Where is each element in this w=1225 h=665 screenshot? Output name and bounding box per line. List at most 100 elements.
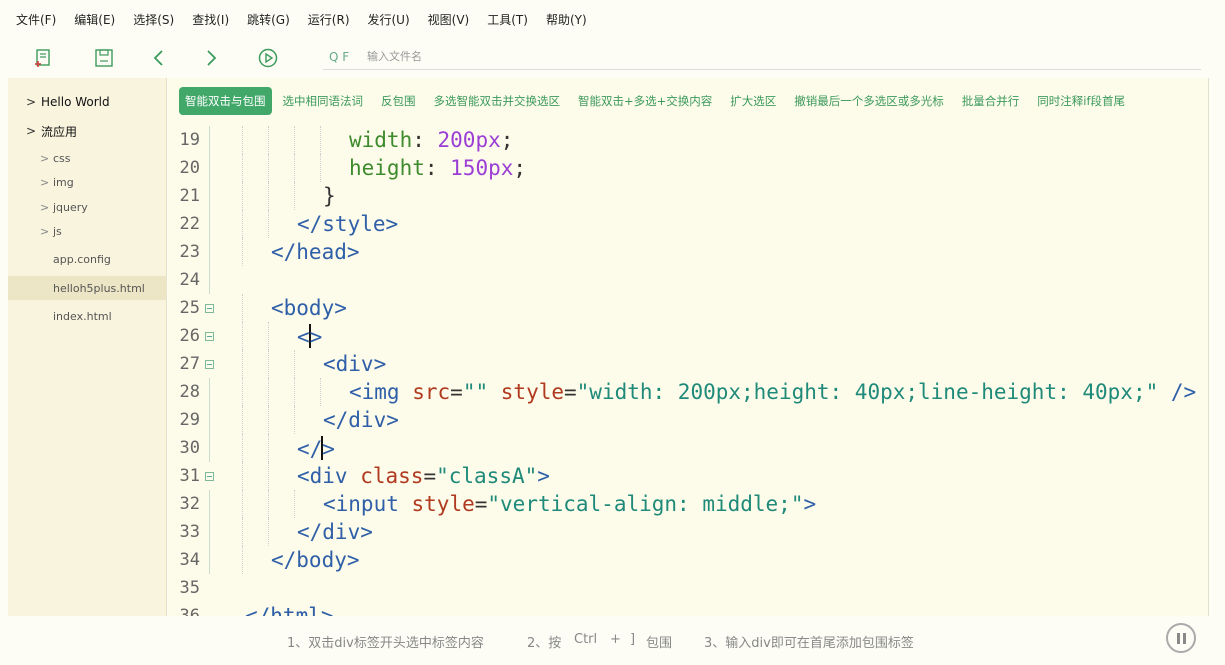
save-icon[interactable] <box>93 47 115 69</box>
fold-line <box>209 434 210 462</box>
command-button[interactable]: 批量合并行 <box>962 93 1020 109</box>
code-text[interactable]: </body> <box>271 548 360 572</box>
new-file-icon[interactable] <box>32 47 54 69</box>
menu-view[interactable]: 视图(V) <box>428 11 470 28</box>
indent-guide <box>268 182 269 210</box>
code-text[interactable]: </div> <box>297 520 373 544</box>
menu-help[interactable]: 帮助(Y) <box>546 11 587 28</box>
fold-line <box>209 406 210 434</box>
file-search-input[interactable] <box>365 49 769 64</box>
code-text[interactable]: <div class="classA"> <box>297 464 550 488</box>
command-button[interactable]: 选中相同语法词 <box>283 93 364 109</box>
menu-file[interactable]: 文件(F) <box>16 11 56 28</box>
command-button[interactable]: 反包围 <box>381 93 416 109</box>
code-line[interactable]: 36 </html> <box>168 602 1208 616</box>
code-text[interactable]: <img src="" style="width: 200px;height: … <box>349 380 1196 404</box>
menu-tools[interactable]: 工具(T) <box>487 11 528 28</box>
menu-select[interactable]: 选择(S) <box>133 11 174 28</box>
sidebar-item-label: css <box>53 151 71 165</box>
chevron-right-icon[interactable]: > <box>26 95 36 109</box>
indent-guide <box>242 350 243 378</box>
sidebar-item[interactable]: > jquery <box>8 195 167 219</box>
indent-guide <box>268 210 269 238</box>
code-line[interactable]: 31 <div class="classA"> <box>168 462 1208 490</box>
menu-edit[interactable]: 编辑(E) <box>74 11 115 28</box>
command-button[interactable]: 智能双击+多选+交换内容 <box>578 93 712 109</box>
indent-guide <box>242 126 243 154</box>
code-line[interactable]: 35 <box>168 574 1208 602</box>
chevron-right-icon[interactable]: > <box>40 176 49 189</box>
fold-toggle-icon[interactable] <box>205 304 214 313</box>
code-text[interactable]: </style> <box>297 212 398 236</box>
code-line[interactable]: 28 <img src="" style="width: 200px;height… <box>168 378 1208 406</box>
code-text[interactable]: <div> <box>323 352 386 376</box>
indent-guide <box>268 154 269 182</box>
code-line[interactable]: 21} <box>168 182 1208 210</box>
sidebar-item[interactable]: > 流应用 <box>8 119 167 143</box>
sidebar-item[interactable]: helloh5plus.html <box>8 276 167 300</box>
code-editor[interactable]: 智能双击与包围 选中相同语法词 反包围 多选智能双击并交换选区 智能双击+多选+交换内容… <box>168 78 1208 616</box>
chevron-right-icon[interactable]: > <box>26 124 36 138</box>
chevron-right-icon[interactable]: > <box>40 201 49 214</box>
sidebar-item[interactable]: > img <box>8 170 167 194</box>
code-text[interactable]: width: 200px; <box>349 128 513 152</box>
chevron-right-icon[interactable]: > <box>40 225 49 238</box>
sidebar-item[interactable]: > Hello World <box>8 90 167 114</box>
command-button[interactable]: 多选智能双击并交换选区 <box>434 93 561 109</box>
code-line[interactable]: 22 </style> <box>168 210 1208 238</box>
fold-line <box>209 518 210 546</box>
code-text[interactable]: <input style="vertical-align: middle;"> <box>323 492 816 516</box>
code-text[interactable]: <> <box>297 324 322 349</box>
fold-line <box>209 378 210 406</box>
command-button[interactable]: 扩大选区 <box>730 93 776 109</box>
code-text[interactable]: </div> <box>323 408 399 432</box>
code-line[interactable]: 30 </> <box>168 434 1208 462</box>
code-line[interactable]: 32 <input style="vertical-align: middle;"… <box>168 490 1208 518</box>
fold-toggle-icon[interactable] <box>205 332 214 341</box>
code-line[interactable]: 25 <body> <box>168 294 1208 322</box>
fold-toggle-icon[interactable] <box>205 360 214 369</box>
sidebar-item[interactable]: index.html <box>8 304 167 328</box>
code-line[interactable]: 24 <box>168 266 1208 294</box>
fold-line <box>209 546 210 574</box>
code-line[interactable]: 19 width: 200px; <box>168 126 1208 154</box>
menu-find[interactable]: 查找(I) <box>192 11 229 28</box>
code-text[interactable]: } <box>323 184 336 208</box>
indent-guide <box>320 378 321 406</box>
menu-publish[interactable]: 发行(U) <box>368 11 410 28</box>
back-icon[interactable] <box>148 47 170 69</box>
command-button[interactable]: 同时注释if段首尾 <box>1037 93 1125 109</box>
code-text[interactable]: height: 150px; <box>349 156 526 180</box>
forward-icon[interactable] <box>200 47 222 69</box>
pause-button[interactable] <box>1166 623 1196 653</box>
sidebar-item[interactable]: > js <box>8 219 167 243</box>
sidebar-item-label: index.html <box>53 309 112 323</box>
code-text[interactable]: </head> <box>271 240 360 264</box>
code-line[interactable]: 23 </head> <box>168 238 1208 266</box>
run-icon[interactable] <box>257 47 279 69</box>
sidebar-item[interactable]: app.config <box>8 247 167 271</box>
code-text[interactable]: </html> <box>245 604 334 616</box>
code-line[interactable]: 29 </div> <box>168 406 1208 434</box>
code-line[interactable]: 27 <div> <box>168 350 1208 378</box>
line-number: 28 <box>179 382 200 402</box>
hint-plus: + <box>610 632 621 647</box>
code-line[interactable]: 26 <> <box>168 322 1208 350</box>
code-text[interactable]: <body> <box>271 296 347 320</box>
line-number: 19 <box>179 130 200 150</box>
code-text[interactable]: </> <box>297 436 335 461</box>
menu-run[interactable]: 运行(R) <box>308 11 350 28</box>
command-button[interactable]: 智能双击与包围 <box>179 87 272 115</box>
sidebar-item[interactable]: > css <box>8 146 167 170</box>
chevron-right-icon[interactable]: > <box>40 152 49 165</box>
code-line[interactable]: 20 height: 150px; <box>168 154 1208 182</box>
code-line[interactable]: 33 </div> <box>168 518 1208 546</box>
menu-bar: 文件(F) 编辑(E) 选择(S) 查找(I) 跳转(G) 运行(R) 发行(U… <box>0 0 1225 38</box>
command-button[interactable]: 撤销最后一个多选区或多光标 <box>794 93 944 109</box>
fold-toggle-icon[interactable] <box>205 472 214 481</box>
code-line[interactable]: 34 </body> <box>168 546 1208 574</box>
line-number: 23 <box>179 242 200 262</box>
indent-guide <box>268 434 269 462</box>
hint-step-2: 2、按 <box>527 636 562 651</box>
menu-goto[interactable]: 跳转(G) <box>247 11 290 28</box>
